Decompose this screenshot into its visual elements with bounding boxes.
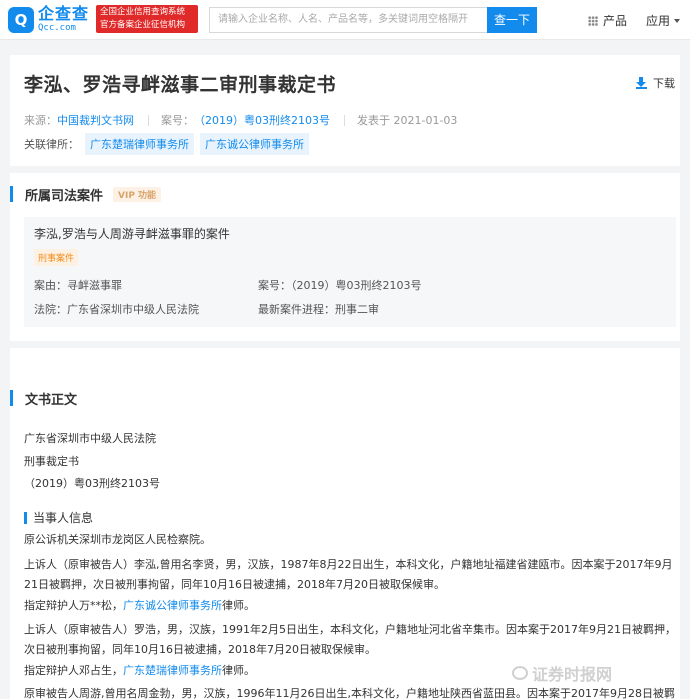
site-logo[interactable]: Q 企查查 Qcc.com bbox=[8, 6, 89, 33]
divider bbox=[148, 114, 149, 126]
case-no-label: 案号： bbox=[161, 114, 194, 127]
source-label: 来源： bbox=[24, 114, 57, 127]
parties-subheader: 当事人信息 bbox=[24, 509, 93, 526]
grid-icon bbox=[588, 15, 598, 26]
case-cause: 案由：寻衅滋事罪 bbox=[34, 279, 122, 292]
subsection-title: 当事人信息 bbox=[33, 511, 94, 525]
weibo-icon bbox=[512, 666, 528, 680]
case-name[interactable]: 李泓,罗浩与人周游寻衅滋事罪的案件 bbox=[34, 225, 230, 242]
section-title: 文书正文 bbox=[25, 392, 78, 408]
nav-apps[interactable]: 应用 bbox=[646, 12, 681, 29]
logo-mark-icon: Q bbox=[8, 6, 34, 33]
section-header: 所属司法案件 VIP 功能 bbox=[10, 186, 162, 204]
section-accent-bar bbox=[10, 186, 13, 202]
nav-products-label: 产品 bbox=[603, 14, 628, 28]
logo-domain: Qcc.com bbox=[38, 23, 76, 33]
page-title: 李泓、罗浩寻衅滋事二审刑事裁定书 bbox=[24, 74, 337, 96]
case-no-link[interactable]: （2019）粤03刑终2103号 bbox=[194, 112, 330, 128]
document-body-card: 文书正文 广东省深圳市中级人民法院 刑事裁定书 （2019）粤03刑终2103号… bbox=[10, 348, 680, 699]
divider bbox=[344, 114, 345, 126]
download-icon bbox=[636, 77, 647, 89]
law-firm-link[interactable]: 广东楚瑞律师事务所 bbox=[123, 664, 222, 677]
document-case-number: （2019）粤03刑终2103号 bbox=[24, 477, 160, 490]
paragraph: 上诉人（原审被告人）罗浩，男，汉族，1991年2月5日出生，本科文化，户籍地址河… bbox=[24, 623, 676, 656]
published-date: 发表于 2021-01-03 bbox=[357, 114, 458, 127]
paragraph: 原公诉机关深圳市龙岗区人民检察院。 bbox=[24, 533, 211, 546]
document-header-card: 李泓、罗浩寻衅滋事二审刑事裁定书 下载 来源： 中国裁判文书网 案号： （201… bbox=[10, 55, 680, 166]
watermark: 证券时报网 bbox=[512, 661, 612, 685]
nav-products[interactable]: 产品 bbox=[588, 12, 627, 29]
law-firm-tag[interactable]: 广东楚瑞律师事务所 bbox=[85, 133, 194, 155]
section-header: 文书正文 bbox=[10, 390, 78, 408]
top-navigation-bar: Q 企查查 Qcc.com 全国企业信用查询系统 官方备案企业征信机构 请输入企… bbox=[0, 0, 690, 40]
paragraph: 原审被告人周游,曾用名周金勃，男，汉族，1996年11月26日出生,本科文化，户… bbox=[24, 687, 675, 699]
vip-badge: VIP 功能 bbox=[113, 186, 162, 202]
logo-name: 企查查 bbox=[38, 4, 90, 23]
section-title: 所属司法案件 bbox=[25, 188, 104, 204]
law-firm-link[interactable]: 广东诚公律师事务所 bbox=[123, 599, 222, 612]
download-label: 下载 bbox=[653, 77, 675, 90]
badge-line-1: 全国企业信用查询系统 bbox=[100, 7, 186, 17]
search-button[interactable]: 查一下 bbox=[487, 7, 537, 33]
related-law-firms: 关联律所： 广东楚瑞律师事务所 广东诚公律师事务所 bbox=[24, 133, 309, 155]
case-progress: 最新案件进程：刑事二审 bbox=[258, 303, 379, 316]
document-meta: 来源： 中国裁判文书网 案号： （2019）粤03刑终2103号 发表于 202… bbox=[24, 112, 457, 128]
official-badge[interactable]: 全国企业信用查询系统 官方备案企业征信机构 bbox=[96, 5, 198, 33]
source-link[interactable]: 中国裁判文书网 bbox=[57, 112, 134, 128]
case-summary[interactable]: 李泓,罗浩与人周游寻衅滋事罪的案件 刑事案件 案由：寻衅滋事罪 案号：（2019… bbox=[24, 217, 676, 327]
paragraph: 上诉人（原审被告人）李泓,曾用名李贤，男，汉族，1987年8月22日出生，本科文… bbox=[24, 558, 673, 591]
download-button[interactable]: 下载 bbox=[636, 75, 675, 91]
document-type: 刑事裁定书 bbox=[24, 455, 79, 468]
case-type-badge: 刑事案件 bbox=[34, 249, 79, 266]
paragraph: 指定辩护人万**松，广东诚公律师事务所律师。 bbox=[24, 599, 255, 612]
nav-apps-label: 应用 bbox=[646, 14, 671, 28]
chevron-down-icon bbox=[674, 18, 681, 23]
badge-line-2: 官方备案企业征信机构 bbox=[100, 20, 186, 30]
search-input[interactable]: 请输入企业名称、人名、产品名等，多关键词用空格隔开 bbox=[209, 7, 487, 33]
law-firm-tag[interactable]: 广东诚公律师事务所 bbox=[200, 133, 309, 155]
law-firms-label: 关联律所： bbox=[24, 138, 79, 151]
section-accent-bar bbox=[10, 390, 13, 406]
case-court: 法院：广东省深圳市中级人民法院 bbox=[34, 303, 199, 316]
case-number: 案号：（2019）粤03刑终2103号 bbox=[258, 279, 422, 292]
subsection-accent-bar bbox=[24, 511, 27, 524]
court-name: 广东省深圳市中级人民法院 bbox=[24, 432, 156, 445]
judicial-case-card: 所属司法案件 VIP 功能 李泓,罗浩与人周游寻衅滋事罪的案件 刑事案件 案由：… bbox=[10, 173, 680, 341]
